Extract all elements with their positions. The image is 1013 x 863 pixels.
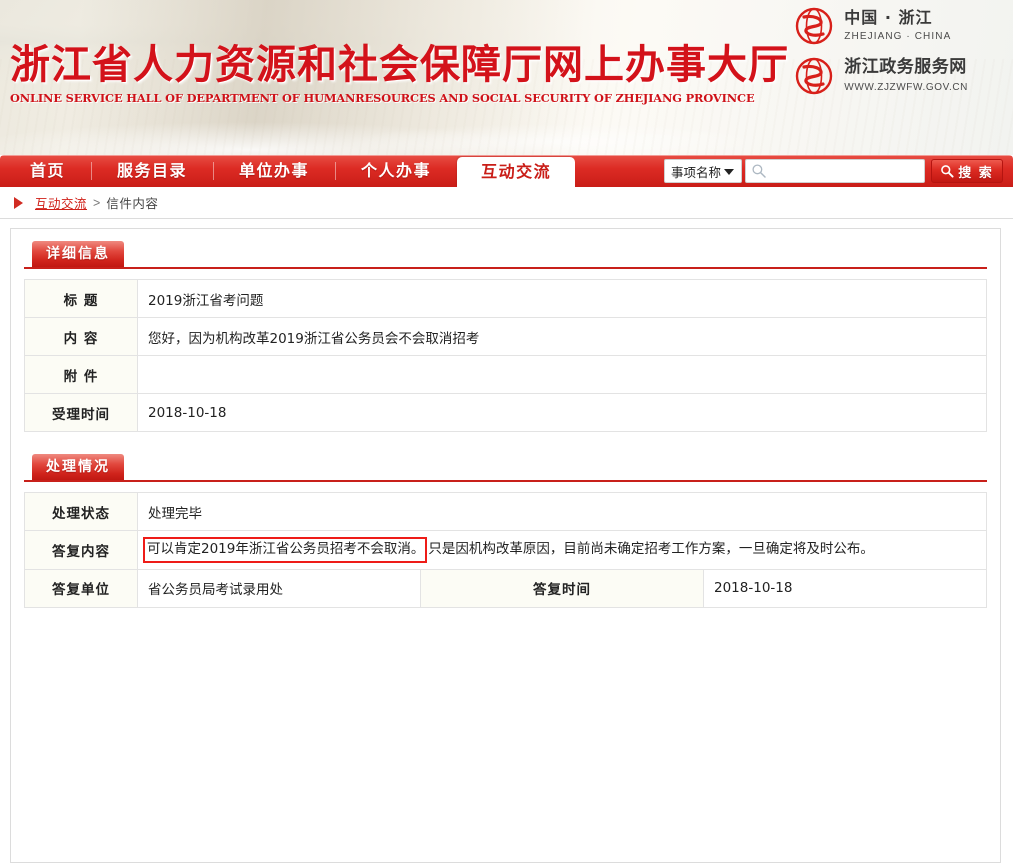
logo-label-en: WWW.ZJZWFW.GOV.CN [844,81,968,93]
section-detail-info: 详细信息 标 题 2019浙江省考问题 内 容 您好，因为机构改革2019浙江省… [24,241,987,432]
logo-label-cn: 中国 · 浙江 [844,8,933,27]
logo-label-cn: 浙江政务服务网 [844,57,967,78]
table-row: 内 容 您好，因为机构改革2019浙江省公务员会不会取消招考 [24,317,987,356]
row-value-reply-time: 2018-10-18 [703,568,987,608]
row-value-content: 您好，因为机构改革2019浙江省公务员会不会取消招考 [137,317,987,356]
search-input[interactable] [767,161,936,181]
search-button-label: 搜 索 [958,164,994,180]
table-row: 答复单位 省公务员局考试录用处 答复时间 2018-10-18 [24,568,987,608]
row-label-status: 处理状态 [24,492,138,531]
breadcrumb-current: 信件内容 [106,197,159,211]
nav-item-interaction[interactable]: 互动交流 [457,157,576,187]
zhejiang-emblem-icon [796,57,833,95]
site-subtitle: ONLINE SERVICE HALL OF DEPARTMENT OF HUM… [10,91,755,105]
nav-item-list: 首页 服务目录 单位办事 个人办事 互动交流 [0,155,576,187]
section-tab-processing-status: 处理情况 [32,454,124,480]
row-label-content: 内 容 [24,317,138,356]
row-value-accept-time: 2018-10-18 [137,393,987,432]
content-card: 详细信息 标 题 2019浙江省考问题 内 容 您好，因为机构改革2019浙江省… [10,228,1001,863]
row-value-status: 处理完毕 [137,492,987,531]
table-row: 标 题 2019浙江省考问题 [24,279,987,318]
logo-zjzwfw[interactable]: 浙江政务服务网 WWW.ZJZWFW.GOV.CN [794,56,968,96]
nav-item-home[interactable]: 首页 [4,155,91,187]
highlighted-reply-excerpt: 可以肯定2019年浙江省公务员招考不会取消。 [143,537,428,563]
row-label-reply-time: 答复时间 [420,568,704,608]
search-area: 事项名称 搜 索 [664,159,1003,183]
row-value-reply-content: 可以肯定2019年浙江省公务员招考不会取消。 只是因机构改革原因，目前尚未确定招考… [137,530,987,570]
processing-status-table: 处理状态 处理完毕 答复内容 可以肯定2019年浙江省公务员招考不会取消。 只是因… [24,492,987,608]
page-title: 浙江省人力资源和社会保障厅网上办事大厅 [10,41,789,88]
row-value-title: 2019浙江省考问题 [137,279,987,318]
logo-zhejiang-china[interactable]: 中国 · 浙江 ZHEJIANG · CHINA [794,6,968,46]
main-navigation: 首页 服务目录 单位办事 个人办事 互动交流 事项名称 搜 索 [0,155,1013,187]
section-processing-status: 处理情况 处理状态 处理完毕 答复内容 可以肯定2019年浙江省公务员招考不会取… [24,454,987,608]
breadcrumb: 互动交流 > 信件内容 [0,187,1013,219]
nav-item-personal-services[interactable]: 个人办事 [335,155,457,187]
section-tab-detail-info: 详细信息 [32,241,124,267]
row-label-attachment: 附 件 [24,355,138,394]
nav-item-org-services[interactable]: 单位办事 [213,155,335,187]
zhejiang-emblem-icon [796,7,833,45]
header-logos: 中国 · 浙江 ZHEJIANG · CHINA 浙江政务服务网 WWW.ZJZ… [794,6,968,106]
row-label-title: 标 题 [24,279,138,318]
search-category-select[interactable]: 事项名称 [664,159,742,183]
logo-label-en: ZHEJIANG · CHINA [844,31,952,42]
search-input-wrapper[interactable] [745,159,936,183]
search-icon [941,165,954,178]
row-value-reply-unit: 省公务员局考试录用处 [137,568,421,608]
magnifier-icon [752,164,766,178]
chevron-down-icon [724,169,734,175]
row-value-attachment [137,355,987,394]
row-label-reply-unit: 答复单位 [24,568,138,608]
triangle-right-icon [14,196,23,209]
site-branding: 浙江省人力资源和社会保障厅网上办事大厅 ONLINE SERVICE HALL … [10,41,789,106]
reply-text: 可以肯定2019年浙江省公务员招考不会取消。 只是因机构改革原因，目前尚未确定招考… [143,537,874,563]
detail-info-table: 标 题 2019浙江省考问题 内 容 您好，因为机构改革2019浙江省公务员会不… [24,279,987,432]
search-button[interactable]: 搜 索 [931,159,1003,183]
section-header: 处理情况 [24,454,987,482]
section-header: 详细信息 [24,241,987,269]
table-row: 处理状态 处理完毕 [24,492,987,531]
search-category-label: 事项名称 [671,165,722,180]
site-header: 浙江省人力资源和社会保障厅网上办事大厅 ONLINE SERVICE HALL … [0,0,1013,155]
row-label-accept-time: 受理时间 [24,393,138,432]
breadcrumb-link-interaction[interactable]: 互动交流 [35,193,87,212]
table-row: 答复内容 可以肯定2019年浙江省公务员招考不会取消。 只是因机构改革原因，目前尚… [24,530,987,570]
breadcrumb-separator: > [93,195,101,210]
table-row: 受理时间 2018-10-18 [24,393,987,432]
row-label-reply-content: 答复内容 [24,530,138,570]
reply-remainder: 只是因机构改革原因，目前尚未确定招考工作方案，一旦确定将及时公布。 [428,541,874,557]
nav-item-service-catalog[interactable]: 服务目录 [91,155,213,187]
table-row: 附 件 [24,355,987,394]
